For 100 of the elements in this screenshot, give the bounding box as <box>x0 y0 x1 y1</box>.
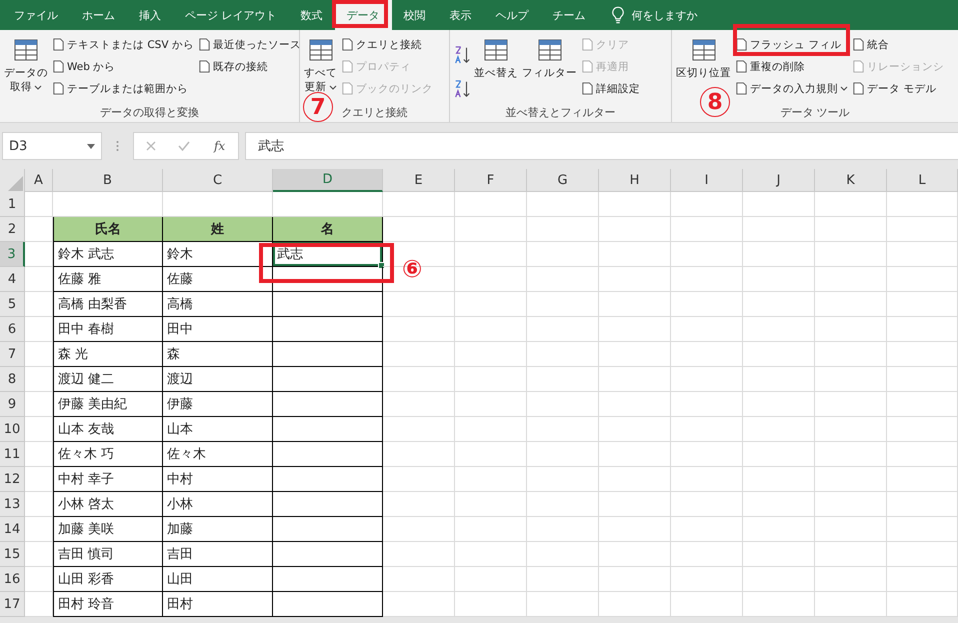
ribbon-tab[interactable]: ホーム <box>70 0 127 30</box>
insert-function-button[interactable]: fx <box>212 139 228 153</box>
grid-cell <box>815 367 887 392</box>
grid-cell <box>455 567 527 592</box>
column-header[interactable]: B <box>53 169 163 192</box>
ribbon-tab[interactable]: 校閲 <box>392 0 438 30</box>
column-header[interactable]: I <box>671 169 743 192</box>
document-icon <box>735 82 748 95</box>
sort-descending-icon[interactable] <box>453 78 471 98</box>
grid-cell <box>887 542 958 567</box>
grid-cell <box>743 442 815 467</box>
column-header[interactable]: F <box>455 169 527 192</box>
ribbon-tab[interactable]: チーム <box>540 0 598 30</box>
table-cell: 田村 玲音 <box>53 592 163 617</box>
ribbon-button[interactable]: 統合 <box>851 34 945 55</box>
name-box[interactable]: D3 <box>2 132 102 160</box>
grid-cell <box>671 517 743 542</box>
grid-cell <box>25 442 53 467</box>
grid-cell <box>599 417 671 442</box>
grid-cell <box>743 292 815 317</box>
grid-cell <box>599 317 671 342</box>
grid-cell <box>599 392 671 417</box>
ribbon-button[interactable]: 最近使ったソース <box>196 34 302 55</box>
row-header[interactable]: 15 <box>0 542 25 567</box>
ribbon-button[interactable]: データ モデル <box>851 78 945 99</box>
ribbon-tab[interactable]: 挿入 <box>127 0 173 30</box>
ribbon-button[interactable]: フラッシュ フィル <box>734 34 849 55</box>
row-header[interactable]: 11 <box>0 442 25 467</box>
drag-handle-icon[interactable] <box>116 140 119 152</box>
row-header[interactable]: 6 <box>0 317 25 342</box>
ribbon-button[interactable]: データの入力規則 <box>734 78 849 99</box>
row-header[interactable]: 12 <box>0 467 25 492</box>
grid-cell <box>527 342 599 367</box>
row-header[interactable]: 4 <box>0 267 25 292</box>
ribbon-button[interactable]: 詳細設定 <box>580 78 641 99</box>
grid-cell <box>455 292 527 317</box>
ribbon-button[interactable]: Web から <box>51 56 195 77</box>
ribbon-large-button[interactable]: フィルター <box>521 34 578 80</box>
grid-cell <box>671 242 743 267</box>
caret-icon <box>840 86 848 91</box>
column-header[interactable]: E <box>383 169 455 192</box>
row-header[interactable]: 7 <box>0 342 25 367</box>
ribbon-tab[interactable]: ヘルプ <box>484 0 540 30</box>
ribbon-button[interactable]: テーブルまたは範囲から <box>51 78 195 99</box>
table-cell: 伊藤 美由紀 <box>53 392 163 417</box>
ribbon-button[interactable]: クエリと接続 <box>340 34 434 55</box>
grid-cell <box>25 567 53 592</box>
table-cell: 武志 <box>273 242 383 267</box>
ribbon-group-label: クエリと接続 <box>342 105 408 120</box>
column-header[interactable]: L <box>887 169 958 192</box>
ribbon-large-button[interactable]: 区切り位置 <box>675 34 732 80</box>
highlight-frame <box>332 0 388 28</box>
row-header[interactable]: 2 <box>0 217 25 242</box>
ribbon-button[interactable]: テキストまたは CSV から <box>51 34 195 55</box>
table-cell: 渡辺 <box>163 367 273 392</box>
ribbon-tab[interactable]: ページ レイアウト <box>173 0 288 30</box>
grid-cell <box>25 367 53 392</box>
grid-cell <box>815 467 887 492</box>
enter-icon[interactable] <box>178 140 190 152</box>
grid-cell <box>383 442 455 467</box>
grid-cell <box>743 492 815 517</box>
cancel-icon[interactable] <box>144 140 157 152</box>
grid-cell <box>887 242 958 267</box>
row-header[interactable]: 17 <box>0 592 25 617</box>
column-header[interactable]: J <box>743 169 815 192</box>
row-header[interactable]: 14 <box>0 517 25 542</box>
ribbon-large-button[interactable]: すべて 更新 <box>303 34 338 94</box>
row-header[interactable]: 3 <box>0 242 25 267</box>
row-header[interactable]: 16 <box>0 567 25 592</box>
ribbon-large-button[interactable]: データの 取得 <box>3 34 49 94</box>
column-header[interactable]: K <box>815 169 887 192</box>
row-header[interactable]: 8 <box>0 367 25 392</box>
grid-cell <box>743 517 815 542</box>
column-header[interactable]: H <box>599 169 671 192</box>
ribbon-button[interactable]: 重複の削除 <box>734 56 849 77</box>
column-header[interactable]: D <box>273 169 383 192</box>
grid-cell <box>887 342 958 367</box>
ribbon-tab[interactable]: 数式 <box>288 0 334 30</box>
grid-cell <box>599 467 671 492</box>
grid-cell <box>527 217 599 242</box>
row-header[interactable]: 10 <box>0 417 25 442</box>
tell-me-field[interactable]: 何をしますか <box>630 8 744 22</box>
grid-cell <box>743 467 815 492</box>
row-header[interactable]: 1 <box>0 192 25 217</box>
row-header[interactable]: 13 <box>0 492 25 517</box>
column-header[interactable]: G <box>527 169 599 192</box>
ribbon-tab[interactable]: 表示 <box>438 0 484 30</box>
ribbon-button[interactable]: 既存の接続 <box>196 56 302 77</box>
column-header[interactable]: C <box>163 169 273 192</box>
grid-cell <box>455 592 527 617</box>
formula-input[interactable]: 武志 <box>245 132 958 160</box>
column-header[interactable]: A <box>25 169 53 192</box>
ribbon-large-button[interactable]: 並べ替え <box>473 34 519 80</box>
grid-cell <box>815 317 887 342</box>
grid-cell <box>455 367 527 392</box>
grid-cell <box>743 392 815 417</box>
row-header[interactable]: 5 <box>0 292 25 317</box>
ribbon-tab[interactable]: ファイル <box>2 0 70 30</box>
row-header[interactable]: 9 <box>0 392 25 417</box>
grid-cell <box>455 492 527 517</box>
